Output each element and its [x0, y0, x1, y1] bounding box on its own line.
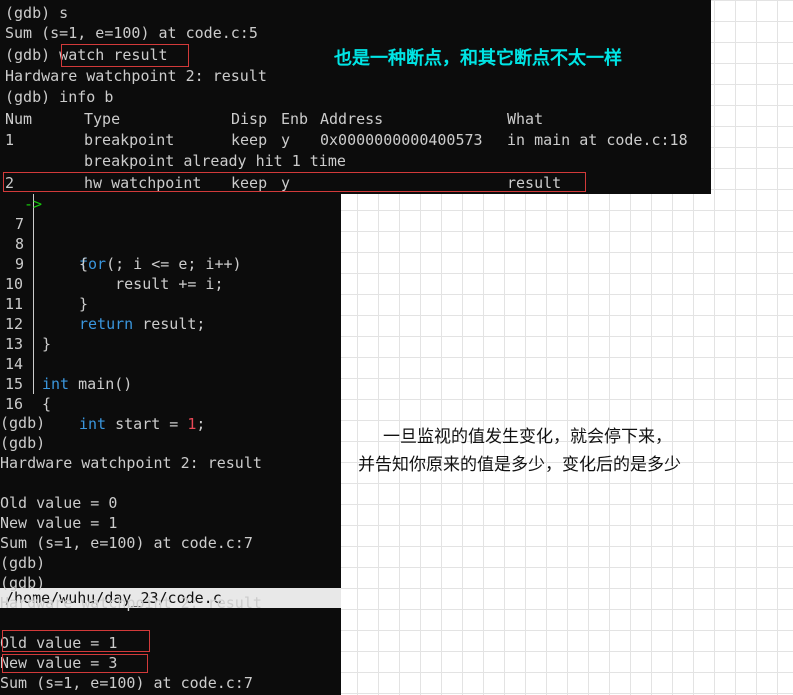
row-enb: y — [281, 131, 291, 149]
col-disp-header: Disp — [231, 110, 268, 128]
col-what-header: What — [507, 110, 544, 128]
watch-command-highlight — [61, 44, 189, 67]
row-address: 0x0000000000400573 — [320, 131, 483, 149]
source-line: 15 { — [0, 354, 51, 413]
gdb-output-line: (gdb) — [0, 434, 46, 452]
row-type: breakpoint already hit 1 time — [84, 152, 346, 170]
gdb-line: (gdb) s — [5, 4, 69, 22]
value-change-note-line1: 一旦监视的值发生变化，就会停下来， — [383, 427, 672, 447]
source-line: 13 — [0, 314, 36, 353]
gdb-output-line: (gdb) — [0, 554, 46, 572]
gdb-output-line: Hardware watchpoint 2: result — [0, 594, 262, 612]
value-change-note-line2: 并告知你原来的值是多少，变化后的是多少 — [358, 455, 681, 475]
source-line: 11 return result; — [0, 274, 205, 333]
source-line: 16 int start = 1; — [0, 374, 205, 433]
col-address-header: Address — [320, 110, 384, 128]
gdb-terminal-bottom: 7 -> for(; i <= e; i++) 8 { 9 result += … — [0, 194, 341, 695]
watchpoint-note: 也是一种断点，和其它断点不太一样 — [334, 48, 622, 69]
row-num: 1 — [5, 131, 15, 149]
col-enb-header: Enb — [281, 110, 309, 128]
source-line: 12 } — [0, 294, 51, 353]
source-code: } — [42, 335, 52, 353]
watchpoint-row-highlight — [3, 172, 586, 192]
source-code: int start = 1; — [79, 415, 206, 433]
source-code: int main() — [42, 375, 133, 393]
gdb-output-line: Old value = 0 — [0, 494, 118, 512]
row-disp: keep — [231, 131, 268, 149]
source-line: 14 int main() — [0, 334, 132, 393]
table-row: 1 breakpoint keep y 0x0000000000400573 i… — [5, 130, 688, 150]
col-num-header: Num — [5, 110, 33, 128]
breakpoint-table-header: Num Type Disp Enb Address What — [5, 109, 543, 129]
source-code: { — [79, 255, 89, 273]
new-value-highlight — [2, 654, 148, 673]
gdb-line: (gdb) info b — [5, 88, 114, 106]
gdb-output-line: Sum (s=1, e=100) at code.c:7 — [0, 674, 253, 692]
old-value-highlight — [2, 630, 150, 652]
source-code: { — [42, 395, 52, 413]
gdb-output-line: (gdb) — [0, 414, 46, 432]
gdb-line: Sum (s=1, e=100) at code.c:5 — [5, 24, 258, 42]
source-code: result += i; — [79, 275, 224, 293]
source-code: } — [79, 295, 89, 313]
gdb-output-line: (gdb) — [0, 574, 46, 592]
gdb-output-line: Sum (s=1, e=100) at code.c:7 — [0, 534, 253, 552]
table-row-note: breakpoint already hit 1 time — [5, 151, 346, 171]
source-line: 8 { — [0, 214, 88, 273]
row-type: breakpoint — [84, 131, 175, 149]
gdb-output-line: Hardware watchpoint 2: result — [0, 454, 262, 472]
current-line-arrow-icon: -> — [24, 195, 43, 213]
source-code: return result; — [79, 315, 206, 333]
line-number: 16 — [5, 395, 24, 413]
gdb-terminal-top: (gdb) s Sum (s=1, e=100) at code.c:5 (gd… — [0, 0, 711, 194]
row-what: in main at code.c:18 — [507, 131, 688, 149]
gdb-line: Hardware watchpoint 2: result — [5, 67, 267, 85]
col-type-header: Type — [84, 110, 121, 128]
source-line: 7 -> for(; i <= e; i++) — [0, 194, 242, 273]
source-line: 10 } — [0, 254, 88, 313]
source-line: 9 result += i; — [0, 234, 224, 293]
gdb-output-line: New value = 1 — [0, 514, 118, 532]
source-code: for(; i <= e; i++) — [79, 255, 242, 273]
